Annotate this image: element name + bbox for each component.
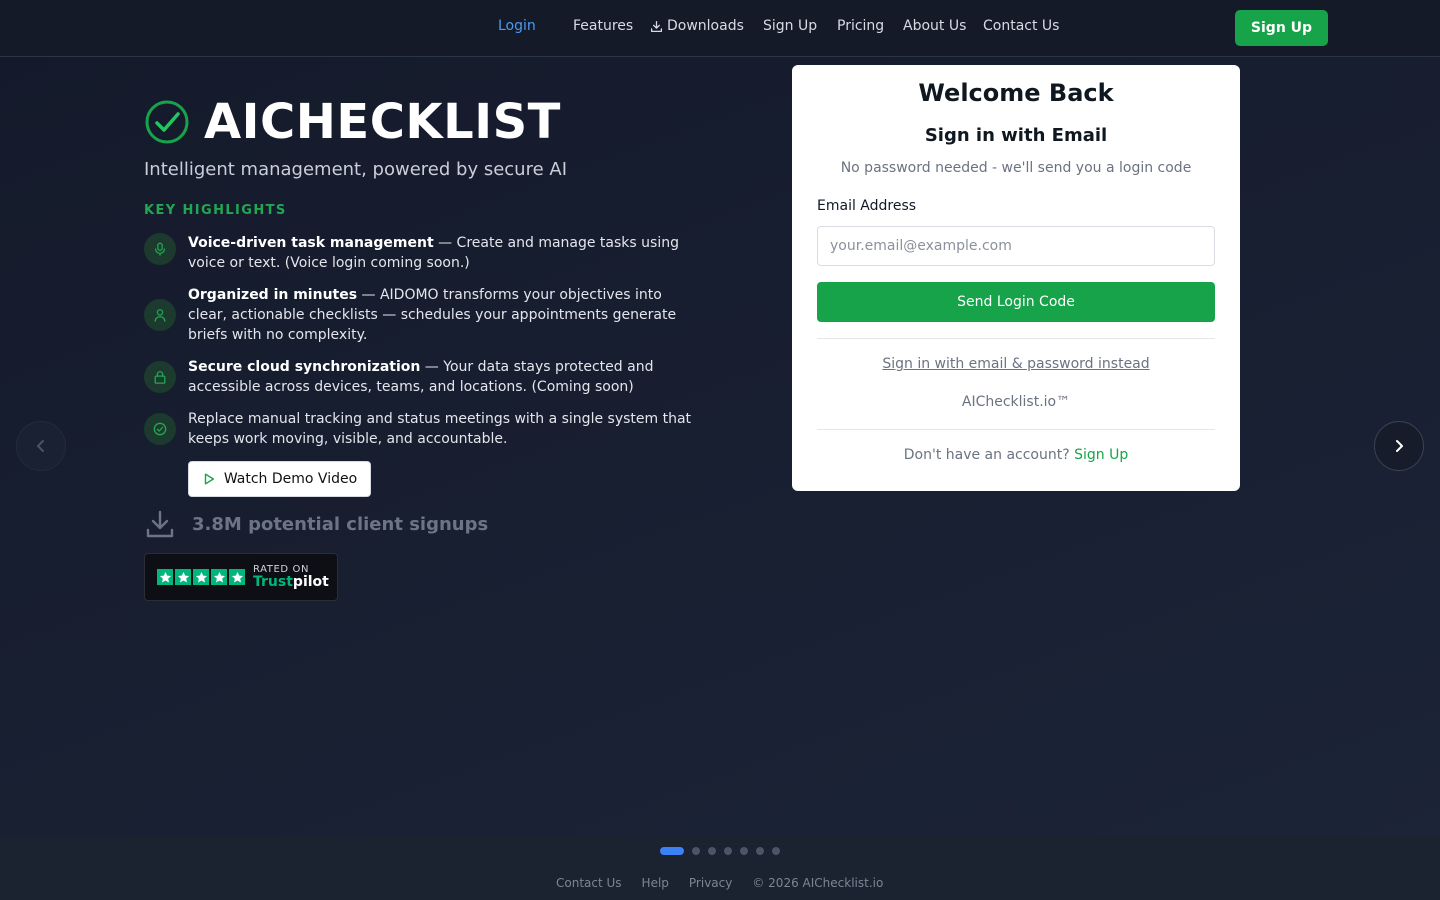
top-nav: Login Features Downloads Sign Up Pricing… (0, 0, 1440, 57)
carousel-prev-button[interactable] (16, 421, 66, 471)
copyright: © 2026 AIChecklist.io (752, 876, 884, 890)
nav-about-link[interactable]: About Us (903, 18, 966, 34)
highlight-text: Voice-driven task management — Create an… (188, 235, 679, 271)
highlight-text: Secure cloud synchronization — Your data… (188, 359, 654, 395)
carousel-dot[interactable] (660, 847, 684, 855)
watch-demo-button[interactable]: Watch Demo Video (188, 461, 371, 497)
star-icon (229, 569, 245, 585)
highlight-item: Voice-driven task management — Create an… (144, 233, 700, 273)
card-signup-link[interactable]: Sign Up (1074, 447, 1128, 463)
carousel-dot[interactable] (756, 847, 764, 855)
chevron-left-icon (37, 440, 44, 452)
email-label: Email Address (817, 198, 917, 214)
divider (817, 429, 1215, 430)
user-icon (144, 299, 176, 331)
login-title: Welcome Back (918, 79, 1114, 107)
play-icon (204, 473, 214, 485)
nav-login-link[interactable]: Login (498, 18, 536, 34)
star-icon (157, 569, 173, 585)
carousel-next-button[interactable] (1374, 421, 1424, 471)
star-icon (175, 569, 191, 585)
brand-title: AICHECKLIST (204, 94, 561, 150)
nav-downloads-link[interactable]: Downloads (650, 18, 744, 34)
carousel-dots (660, 847, 780, 855)
watch-demo-label: Watch Demo Video (223, 471, 358, 487)
nav-contact-link[interactable]: Contact Us (983, 18, 1059, 34)
footer-links: Contact Us Help Privacy © 2026 AICheckli… (556, 876, 883, 890)
microphone-icon (144, 233, 176, 265)
divider (817, 338, 1215, 339)
download-icon (650, 20, 663, 32)
login-subtitle: Sign in with Email (924, 125, 1108, 146)
carousel-dot[interactable] (772, 847, 780, 855)
login-description: No password needed - we'll send you a lo… (840, 160, 1192, 176)
signups-text: 3.8M potential client signups (192, 513, 489, 535)
highlight-text: Replace manual tracking and status meeti… (188, 411, 692, 447)
carousel-dot[interactable] (724, 847, 732, 855)
password-signin-link[interactable]: Sign in with email & password instead (792, 356, 1240, 372)
signups-stat: 3.8M potential client signups (144, 508, 488, 540)
carousel-dot[interactable] (708, 847, 716, 855)
nav-links: Login Features Downloads Sign Up Pricing… (0, 0, 1440, 56)
highlight-item: Organized in minutes — AIDOMO transforms… (144, 285, 700, 345)
highlight-item: Secure cloud synchronization — Your data… (144, 357, 700, 397)
tagline: Intelligent management, powered by secur… (144, 159, 567, 180)
highlight-text: Organized in minutes — AIDOMO transforms… (188, 287, 677, 343)
highlight-item: Replace manual tracking and status meeti… (144, 409, 700, 449)
signup-prompt-text: Don't have an account? (903, 447, 1075, 463)
chevron-right-icon (1396, 440, 1403, 452)
footer-privacy-link[interactable]: Privacy (689, 876, 732, 890)
trustpilot-logo: Trustpilot (253, 573, 329, 590)
trustpilot-text: RATED ON Trustpilot (253, 564, 329, 590)
carousel-dot[interactable] (740, 847, 748, 855)
card-brand-text: AIChecklist.io™ (961, 394, 1071, 410)
footer-contact-link[interactable]: Contact Us (556, 876, 622, 890)
send-login-code-button[interactable]: Send Login Code (817, 282, 1215, 322)
carousel-dot[interactable] (692, 847, 700, 855)
star-icon (211, 569, 227, 585)
rating-stars (157, 569, 245, 585)
footer-help-link[interactable]: Help (642, 876, 669, 890)
nav-pricing-link[interactable]: Pricing (837, 18, 884, 34)
star-icon (193, 569, 209, 585)
download-icon (146, 510, 174, 538)
highlights-heading: KEY HIGHLIGHTS (144, 203, 287, 218)
nav-downloads-label: Downloads (667, 18, 744, 34)
nav-signup-button[interactable]: Sign Up (1235, 10, 1328, 46)
brand: AICHECKLIST (144, 94, 561, 150)
login-card: Welcome Back Sign in with Email No passw… (792, 65, 1240, 491)
trustpilot-badge[interactable]: RATED ON Trustpilot (144, 553, 338, 601)
nav-features-link[interactable]: Features (573, 18, 633, 34)
footer-bar (0, 836, 1440, 900)
signup-prompt: Don't have an account? Sign Up (792, 447, 1240, 463)
email-field[interactable] (817, 226, 1215, 266)
check-circle-icon (145, 100, 189, 144)
lock-icon (144, 361, 176, 393)
nav-signup-link[interactable]: Sign Up (763, 18, 817, 34)
check-circle-icon (144, 413, 176, 445)
